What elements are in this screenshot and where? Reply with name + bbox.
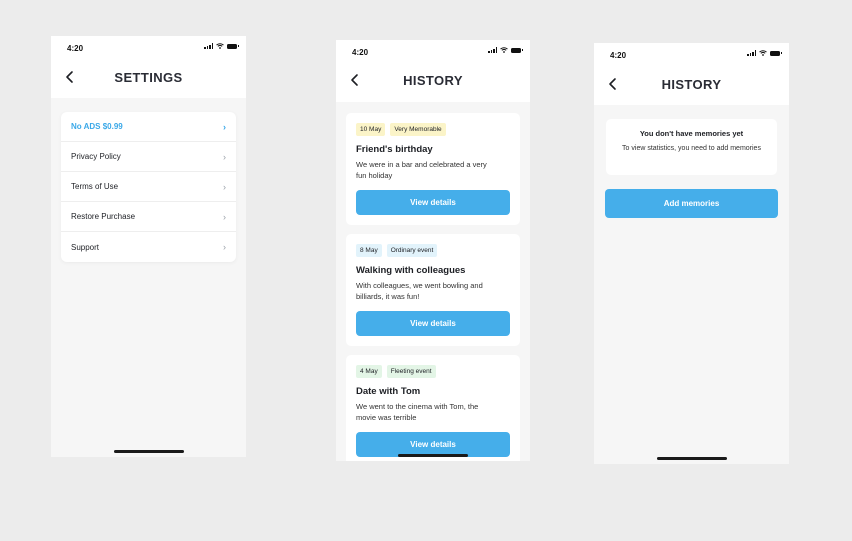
menu-item-no-ads[interactable]: No ADS $0.99 › bbox=[61, 112, 236, 142]
history-empty-header: 4:20 HISTORY bbox=[594, 43, 789, 105]
menu-item-label: Restore Purchase bbox=[71, 212, 136, 221]
memory-description: We were in a bar and celebrated a very f… bbox=[356, 160, 487, 180]
home-indicator[interactable] bbox=[398, 454, 468, 457]
settings-screen: 4:20 SETTINGS No ADS $0.99 › Privacy Pol… bbox=[51, 36, 246, 457]
view-details-button[interactable]: View details bbox=[356, 190, 510, 215]
memory-title: Friend's birthday bbox=[356, 144, 433, 155]
wifi-icon bbox=[500, 47, 508, 53]
memory-badges: 10 May Very Memorable bbox=[356, 123, 510, 136]
signal-icon bbox=[488, 47, 497, 53]
signal-icon bbox=[204, 43, 213, 49]
chevron-right-icon: › bbox=[223, 181, 226, 192]
settings-menu: No ADS $0.99 › Privacy Policy › Terms of… bbox=[61, 112, 236, 262]
memory-card: 4 May Fleeting event Date with Tom We we… bbox=[346, 355, 520, 461]
status-icons bbox=[204, 43, 239, 49]
menu-item-label: Support bbox=[71, 242, 100, 252]
settings-header: 4:20 SETTINGS bbox=[51, 36, 246, 98]
history-screen: 4:20 HISTORY 10 May Very Memorable Frien… bbox=[336, 40, 530, 461]
status-icons bbox=[747, 50, 782, 56]
memory-title: Walking with colleagues bbox=[356, 265, 466, 276]
view-details-button[interactable]: View details bbox=[356, 311, 510, 336]
memory-description: With colleagues, we went bowling and bil… bbox=[356, 281, 483, 301]
menu-item-restore-purchase[interactable]: Restore Purchase › bbox=[61, 202, 236, 232]
date-badge: 8 May bbox=[356, 244, 382, 257]
wifi-icon bbox=[759, 50, 767, 56]
battery-icon bbox=[770, 50, 782, 56]
menu-item-privacy-policy[interactable]: Privacy Policy › bbox=[61, 142, 236, 172]
page-title: SETTINGS bbox=[114, 70, 183, 85]
status-icons bbox=[488, 47, 523, 53]
category-badge: Very Memorable bbox=[390, 123, 446, 136]
memory-card: 8 May Ordinary event Walking with collea… bbox=[346, 234, 520, 346]
empty-state: You don't have memories yet To view stat… bbox=[606, 119, 777, 175]
category-badge: Ordinary event bbox=[386, 244, 438, 257]
status-time: 4:20 bbox=[67, 44, 84, 53]
date-badge: 10 May bbox=[356, 123, 386, 136]
history-header: 4:20 HISTORY bbox=[336, 40, 530, 102]
menu-item-terms-of-use[interactable]: Terms of Use › bbox=[61, 172, 236, 202]
category-badge: Fleeting event bbox=[386, 365, 436, 378]
status-time: 4:20 bbox=[352, 48, 369, 57]
signal-icon bbox=[747, 50, 756, 56]
memory-description: We went to the cinema with Tom, the movi… bbox=[356, 402, 479, 422]
add-memories-button[interactable]: Add memories bbox=[605, 189, 778, 218]
menu-item-label: No ADS $0.99 bbox=[71, 122, 123, 131]
chevron-right-icon: › bbox=[223, 121, 226, 132]
battery-icon bbox=[227, 43, 239, 49]
home-indicator[interactable] bbox=[113, 450, 184, 453]
battery-icon bbox=[511, 47, 523, 53]
chevron-right-icon: › bbox=[223, 151, 226, 162]
history-empty-screen: 4:20 HISTORY You don't have memories yet… bbox=[594, 43, 789, 464]
menu-item-label: Terms of Use bbox=[71, 182, 119, 191]
date-badge: 4 May bbox=[356, 365, 382, 378]
empty-state-title: You don't have memories yet bbox=[639, 129, 744, 138]
memory-title: Date with Tom bbox=[356, 386, 421, 397]
chevron-right-icon: › bbox=[223, 242, 226, 252]
page-title: HISTORY bbox=[661, 77, 722, 92]
chevron-right-icon: › bbox=[223, 211, 226, 222]
empty-state-description: To view statistics, you need to add memo… bbox=[622, 145, 761, 152]
memory-badges: 8 May Ordinary event bbox=[356, 244, 510, 257]
wifi-icon bbox=[216, 43, 224, 49]
menu-item-label: Privacy Policy bbox=[71, 152, 121, 161]
status-time: 4:20 bbox=[610, 51, 627, 60]
memory-card: 10 May Very Memorable Friend's birthday … bbox=[346, 113, 520, 225]
menu-item-support[interactable]: Support › bbox=[61, 232, 236, 262]
page-title: HISTORY bbox=[403, 73, 463, 88]
home-indicator[interactable] bbox=[656, 457, 727, 460]
memory-badges: 4 May Fleeting event bbox=[356, 365, 510, 378]
